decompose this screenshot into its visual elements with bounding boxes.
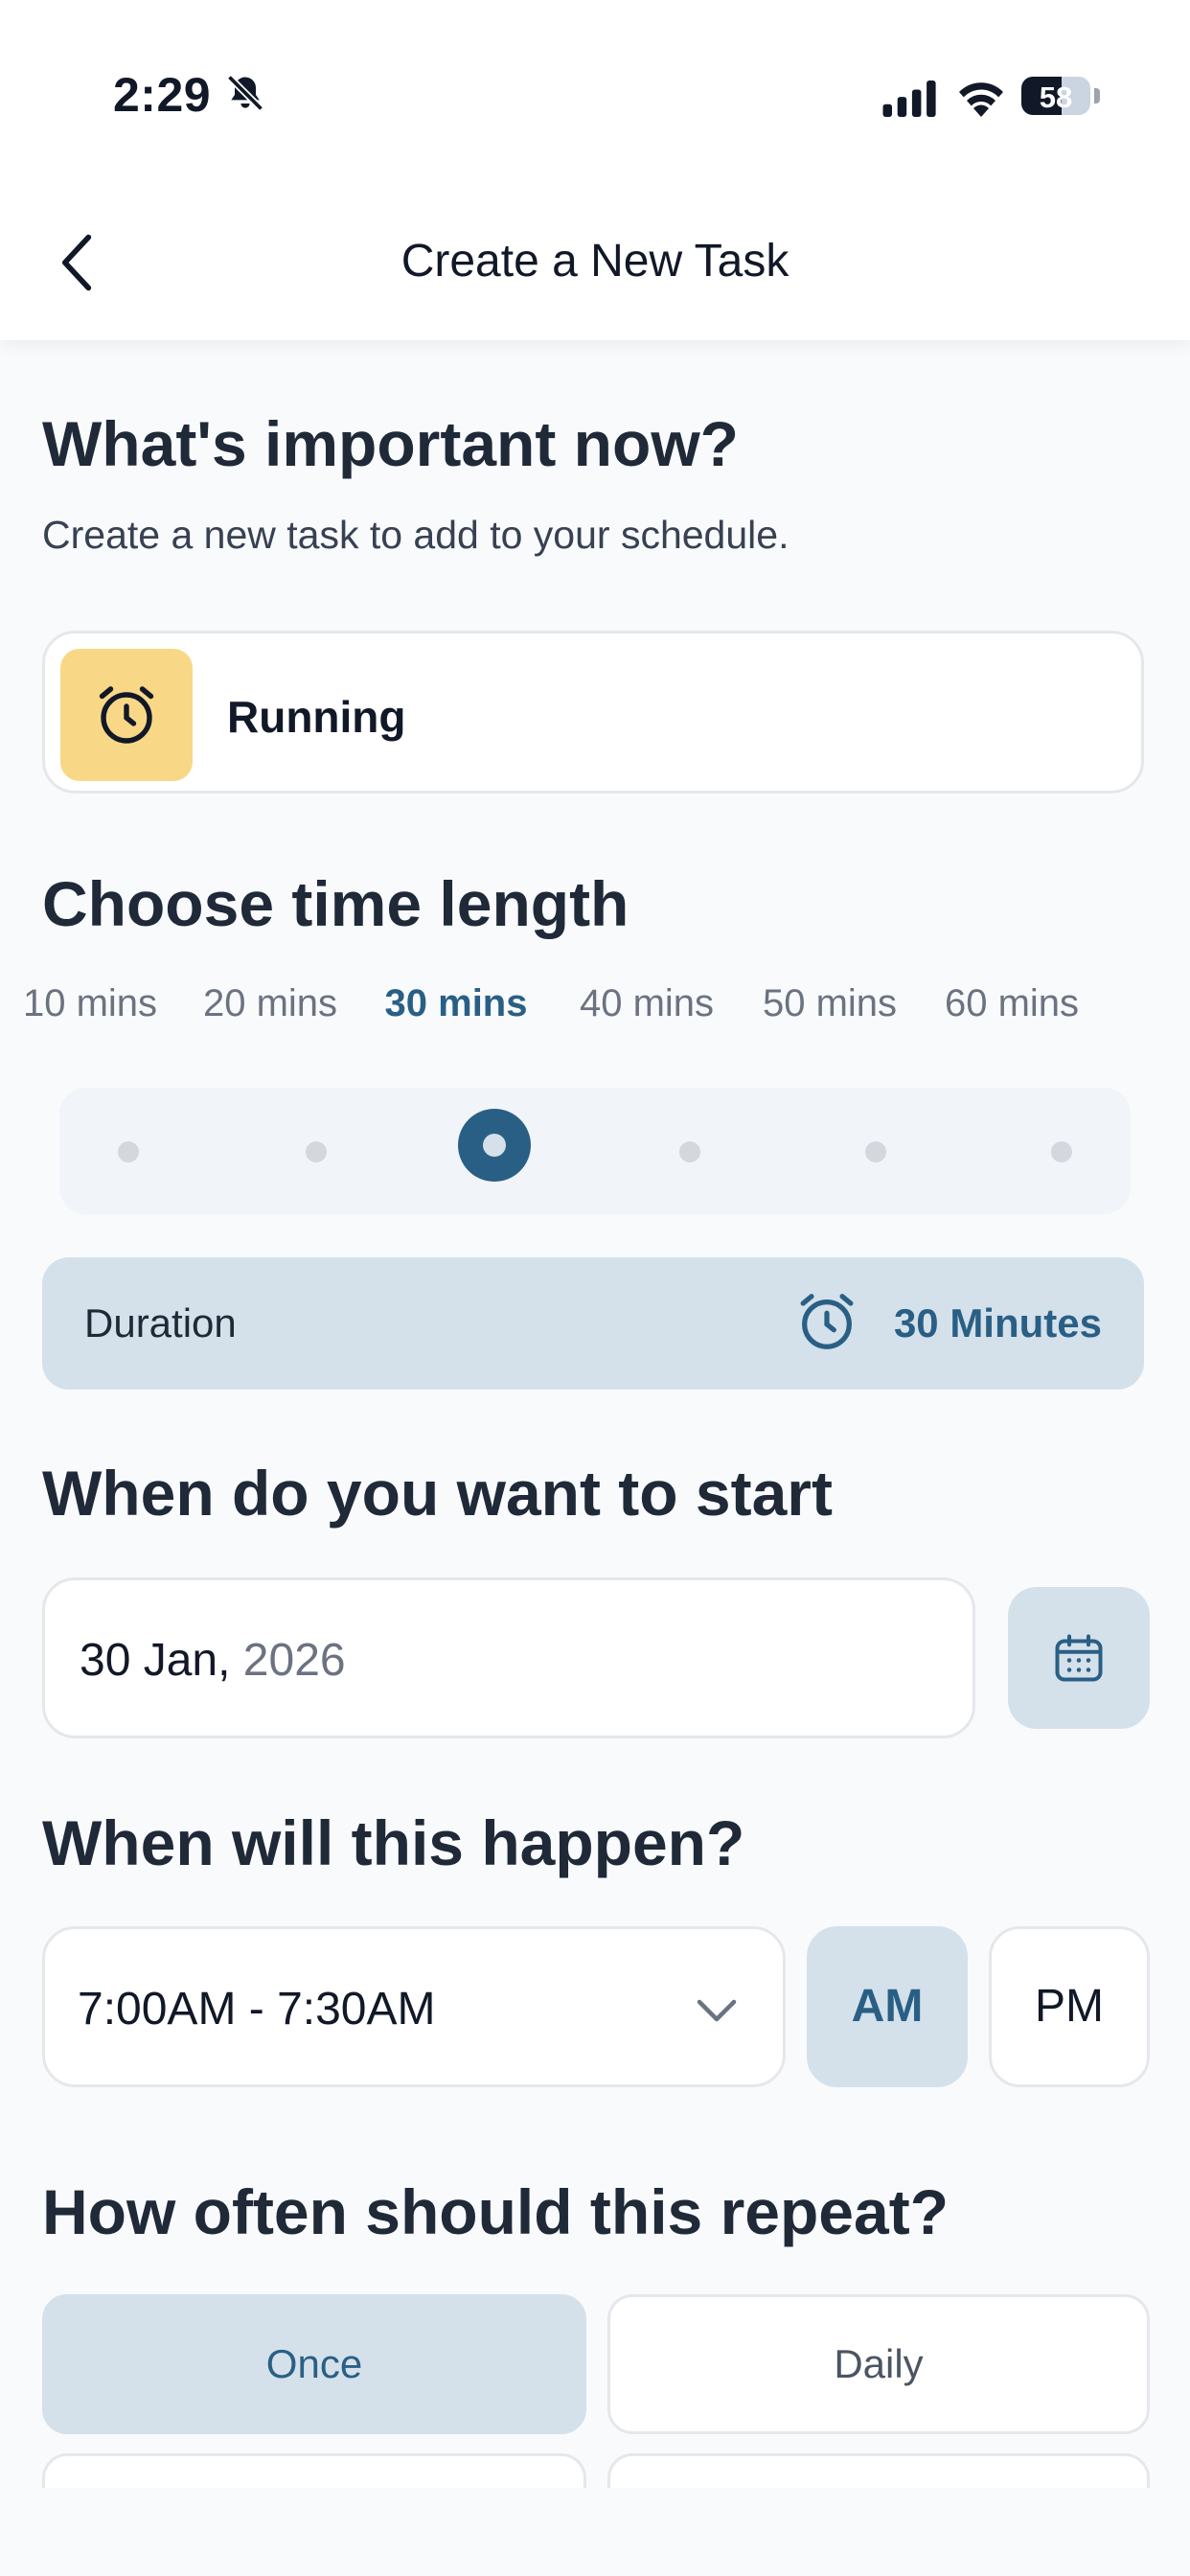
slider-stop[interactable] xyxy=(865,1141,886,1162)
time-option[interactable]: 30 mins xyxy=(385,982,528,1025)
page-title: Create a New Task xyxy=(400,236,790,287)
repeat-once-button[interactable]: Once xyxy=(42,2294,586,2434)
bottom-fade xyxy=(0,2488,1190,2576)
time-length-slider[interactable] xyxy=(59,1088,1131,1214)
time-range-select[interactable]: 7:00AM - 7:30AM xyxy=(42,1926,786,2087)
time-option[interactable]: 10 mins xyxy=(23,982,157,1025)
slider-stop[interactable] xyxy=(1051,1141,1072,1162)
intro-heading: What's important now? xyxy=(42,408,739,479)
alarm-clock-icon xyxy=(800,1294,854,1349)
time-option[interactable]: 60 mins xyxy=(945,982,1079,1025)
chevron-down-icon xyxy=(697,1999,737,2022)
start-date-field[interactable]: 30 Jan, 2026 xyxy=(42,1577,975,1738)
slider-thumb[interactable] xyxy=(458,1109,531,1182)
slider-stop[interactable] xyxy=(679,1141,700,1162)
am-button[interactable]: AM xyxy=(807,1926,968,2087)
time-option[interactable]: 20 mins xyxy=(203,982,337,1025)
duration-value: 30 Minutes xyxy=(893,1300,1102,1346)
task-icon-button[interactable] xyxy=(60,649,193,781)
time-length-heading: Choose time length xyxy=(42,868,629,939)
start-heading: When do you want to start xyxy=(42,1458,833,1529)
task-name-field[interactable]: Running xyxy=(42,631,1144,794)
duration-summary: Duration 30 Minutes xyxy=(42,1257,1144,1390)
bell-off-icon xyxy=(226,74,264,112)
start-date-value: 30 Jan, 2026 xyxy=(80,1634,346,1687)
time-option[interactable]: 50 mins xyxy=(763,982,897,1025)
time-option[interactable]: 40 mins xyxy=(580,982,714,1025)
start-date-year: 2026 xyxy=(242,1635,346,1686)
battery-nub xyxy=(1094,88,1100,104)
calendar-button[interactable] xyxy=(1008,1587,1150,1729)
pm-button[interactable]: PM xyxy=(989,1926,1150,2087)
happen-heading: When will this happen? xyxy=(42,1807,745,1878)
battery-percent: 58 xyxy=(1039,80,1073,114)
alarm-clock-icon xyxy=(99,686,154,744)
repeat-daily-button[interactable]: Daily xyxy=(607,2294,1150,2434)
battery-indicator: 58 xyxy=(1021,77,1090,115)
wifi-icon xyxy=(959,82,1003,117)
slider-stop[interactable] xyxy=(306,1141,327,1162)
slider-stop[interactable] xyxy=(118,1141,139,1162)
calendar-icon xyxy=(1055,1634,1103,1682)
duration-label: Duration xyxy=(84,1300,237,1346)
cellular-signal-icon xyxy=(882,80,936,117)
top-bar: 2:29 58 Create a New Task xyxy=(0,0,1190,340)
status-time: 2:29 xyxy=(113,68,212,122)
task-name: Running xyxy=(227,692,406,742)
repeat-heading: How often should this repeat? xyxy=(42,2176,950,2247)
intro-subtitle: Create a new task to add to your schedul… xyxy=(42,513,790,557)
time-length-options: 10 mins 20 mins 30 mins 40 mins 50 mins 60 mi… xyxy=(23,982,1144,1040)
time-range-value: 7:00AM - 7:30AM xyxy=(78,1984,436,2035)
start-date-day: 30 Jan, xyxy=(80,1635,231,1686)
